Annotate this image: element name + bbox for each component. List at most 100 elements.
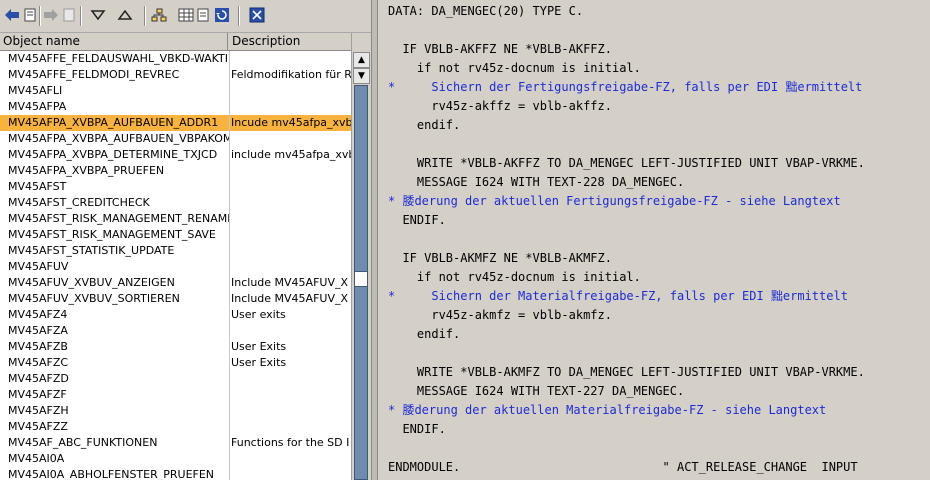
table-row[interactable]: MV45AFPA_XVBPA_PRUEFEN xyxy=(0,163,351,179)
code-lines: DATA: DA_MENGEC(20) TYPE C. IF VBLB-AKFF… xyxy=(388,2,928,477)
object-list: MV45AFFE_FELDAUSWAHL_VBKD-WAKTI MV45AFFE_… xyxy=(0,51,351,480)
code-line[interactable]: WRITE *VBLB-AKMFZ TO DA_MENGEC LEFT-JUST… xyxy=(388,363,928,382)
code-line[interactable]: ENDIF. xyxy=(388,211,928,230)
code-comment-line[interactable]: * 腇derung der aktuellen Fertigungsfreiga… xyxy=(388,192,928,211)
filter-down-icon[interactable] xyxy=(89,5,107,25)
document-icon[interactable] xyxy=(194,5,212,25)
object-name-cell: MV45AFZZ xyxy=(8,420,68,433)
refresh-icon[interactable] xyxy=(213,5,231,25)
code-comment-line[interactable]: * 腇derung der aktuellen Materialfreigabe… xyxy=(388,401,928,420)
object-name-cell: MV45AFPA_XVBPA_DETERMINE_TXJCD xyxy=(8,148,218,161)
table-row[interactable]: MV45AFZ4 User exits xyxy=(0,307,351,323)
code-line[interactable]: IF VBLB-AKMFZ NE *VBLB-AKMFZ. xyxy=(388,249,928,268)
table-row[interactable]: MV45AFZZ xyxy=(0,419,351,435)
code-line[interactable]: MESSAGE I624 WITH TEXT-227 DA_MENGEC. xyxy=(388,382,928,401)
toolbar xyxy=(0,0,371,33)
code-line[interactable] xyxy=(388,135,928,154)
object-name-cell: MV45AFFE_FELDAUSWAHL_VBKD-WAKTI xyxy=(8,52,228,65)
table-row[interactable]: MV45AF_ABC_FUNKTIONEN Functions for the S… xyxy=(0,435,351,451)
code-line[interactable]: IF VBLB-AKFFZ NE *VBLB-AKFFZ. xyxy=(388,40,928,59)
table-row[interactable]: MV45AFPA_XVBPA_AUFBAUEN_VBPAKOM xyxy=(0,131,351,147)
table-row[interactable]: MV45AFUV_XVBUV_ANZEIGEN Include MV45AFUV_… xyxy=(0,275,351,291)
table-row[interactable]: MV45AFZD xyxy=(0,371,351,387)
code-comment-line[interactable]: * Sichern der Materialfreigabe-FZ, falls… xyxy=(388,287,928,306)
code-line[interactable]: if not rv45z-docnum is initial. xyxy=(388,59,928,78)
scrollbar-marker xyxy=(354,271,368,287)
object-name-cell: MV45AFZC xyxy=(8,356,69,369)
filter-up-icon[interactable] xyxy=(116,5,134,25)
code-line[interactable]: ENDMODULE. " ACT_RELEASE_CHANGE INPUT xyxy=(388,458,928,477)
table-row[interactable]: MV45AI0A_ABHOLFENSTER_PRUEFEN xyxy=(0,467,351,480)
code-line[interactable]: MESSAGE I624 WITH TEXT-228 DA_MENGEC. xyxy=(388,173,928,192)
grid-icon[interactable] xyxy=(177,5,195,25)
close-icon[interactable] xyxy=(248,5,266,25)
code-line[interactable]: ENDIF. xyxy=(388,420,928,439)
table-row[interactable]: MV45AFFE_FELDMODI_REVREC Feldmodifikation… xyxy=(0,67,351,83)
table-row[interactable]: MV45AFST_RISK_MANAGEMENT_SAVE xyxy=(0,227,351,243)
table-row[interactable]: MV45AFUV_XVBUV_SORTIEREN Include MV45AFUV… xyxy=(0,291,351,307)
table-row[interactable]: MV45AFZB User Exits xyxy=(0,339,351,355)
description-cell: Include MV45AFUV_X xyxy=(231,276,349,289)
code-line[interactable] xyxy=(388,439,928,458)
description-cell: User Exits xyxy=(231,356,287,369)
table-row[interactable]: MV45AFST_CREDITCHECK xyxy=(0,195,351,211)
table-row[interactable]: MV45AFPA_XVBPA_DETERMINE_TXJCD include mv… xyxy=(0,147,351,163)
object-list-panel: Object name Description MV45AFFE_FELDAUS… xyxy=(0,0,371,480)
table-row[interactable]: MV45AFZC User Exits xyxy=(0,355,351,371)
object-name-cell: MV45AFZH xyxy=(8,404,69,417)
description-cell: Include MV45AFUV_X xyxy=(231,292,349,305)
column-header-description[interactable]: Description xyxy=(229,33,351,50)
splitter[interactable] xyxy=(371,0,378,480)
column-header-object-name[interactable]: Object name xyxy=(0,33,228,50)
object-name-cell: MV45AFST_RISK_MANAGEMENT_SAVE xyxy=(8,228,216,241)
object-name-cell: MV45AFFE_FELDMODI_REVREC xyxy=(8,68,180,81)
code-line[interactable]: DATA: DA_MENGEC(20) TYPE C. xyxy=(388,2,928,21)
scroll-down-button[interactable]: ▼ xyxy=(353,68,370,84)
code-line[interactable] xyxy=(388,344,928,363)
object-name-cell: MV45AFPA xyxy=(8,100,67,113)
table-row[interactable]: MV45AI0A xyxy=(0,451,351,467)
table-row[interactable]: MV45AFZH xyxy=(0,403,351,419)
code-line[interactable] xyxy=(388,230,928,249)
object-name-cell: MV45AFST_RISK_MANAGEMENT_RENAME xyxy=(8,212,229,225)
code-line[interactable]: endif. xyxy=(388,325,928,344)
code-comment-line[interactable]: * Sichern der Fertigungsfreigabe-FZ, fal… xyxy=(388,78,928,97)
object-name-cell: MV45AFZD xyxy=(8,372,69,385)
object-name-cell: MV45AFUV_XVBUV_ANZEIGEN xyxy=(8,276,175,289)
object-name-cell: MV45AFZB xyxy=(8,340,68,353)
object-name-cell: MV45AFPA_XVBPA_AUFBAUEN_VBPAKOM xyxy=(8,132,229,145)
table-row[interactable]: MV45AFST_RISK_MANAGEMENT_RENAME xyxy=(0,211,351,227)
object-name-cell: MV45AFUV xyxy=(8,260,69,273)
object-name-cell: MV45AFPA_XVBPA_PRUEFEN xyxy=(8,164,165,177)
object-name-cell: MV45AF_ABC_FUNKTIONEN xyxy=(8,436,158,449)
code-line[interactable]: endif. xyxy=(388,116,928,135)
table-row[interactable]: MV45AFZF xyxy=(0,387,351,403)
object-name-cell: MV45AFST xyxy=(8,180,67,193)
code-line[interactable]: rv45z-akffz = vblb-akffz. xyxy=(388,97,928,116)
table-row[interactable]: MV45AFST_STATISTIK_UPDATE xyxy=(0,243,351,259)
code-line[interactable]: if not rv45z-docnum is initial. xyxy=(388,268,928,287)
table-row[interactable]: MV45AFST xyxy=(0,179,351,195)
code-line[interactable]: WRITE *VBLB-AKFFZ TO DA_MENGEC LEFT-JUST… xyxy=(388,154,928,173)
code-line[interactable] xyxy=(388,21,928,40)
table-row[interactable]: MV45AFFE_FELDAUSWAHL_VBKD-WAKTI xyxy=(0,51,351,67)
object-name-cell: MV45AFZA xyxy=(8,324,68,337)
table-row[interactable]: MV45AFLI xyxy=(0,83,351,99)
code-editor[interactable]: DATA: DA_MENGEC(20) TYPE C. IF VBLB-AKFF… xyxy=(378,0,930,480)
table-row[interactable]: MV45AFPA xyxy=(0,99,351,115)
hierarchy-icon[interactable] xyxy=(150,5,168,25)
object-name-cell: MV45AFZ4 xyxy=(8,308,68,321)
object-name-cell: MV45AFST_STATISTIK_UPDATE xyxy=(8,244,175,257)
object-name-cell: MV45AFPA_XVBPA_AUFBAUEN_ADDR1 xyxy=(8,116,219,129)
table-row[interactable]: MV45AFPA_XVBPA_AUFBAUEN_ADDR1 Incude mv45… xyxy=(0,115,351,131)
scroll-up-button[interactable]: ▲ xyxy=(353,52,370,68)
object-name-cell: MV45AFST_CREDITCHECK xyxy=(8,196,150,209)
code-line[interactable]: rv45z-akmfz = vblb-akmfz. xyxy=(388,306,928,325)
description-cell: Feldmodifikation für R xyxy=(231,68,351,81)
table-row[interactable]: MV45AFZA xyxy=(0,323,351,339)
back-arrow-icon[interactable] xyxy=(3,5,21,25)
description-cell: User exits xyxy=(231,308,286,321)
table-row[interactable]: MV45AFUV xyxy=(0,259,351,275)
document-icon[interactable] xyxy=(21,5,39,25)
vertical-scrollbar[interactable]: ▲ ▼ xyxy=(351,33,371,480)
